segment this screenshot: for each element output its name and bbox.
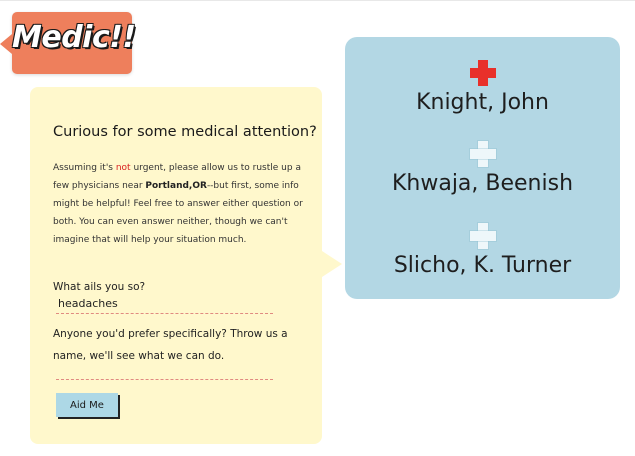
white-cross-icon [469,223,496,249]
cross-horizontal-bar [469,149,496,159]
logo-text: Medic!! [12,20,136,55]
logo-tail [0,34,12,54]
top-border [0,0,635,1]
doctor-name: Knight, John [416,90,549,115]
form-heading: Curious for some medical attention? [53,124,317,140]
doctor-result-item[interactable]: Slicho, K. Turner [345,223,620,278]
form-panel-tail [322,251,342,277]
doctor-name: Khwaja, Beenish [391,171,574,196]
doctor-results-panel: Knight, John Khwaja, Beenish Slicho, K. … [345,37,620,299]
aid-me-button[interactable]: Aid Me [56,393,118,417]
intro-text-part: Assuming it's [53,163,116,173]
intro-not-highlight: not [115,163,131,173]
doctor-name: Slicho, K. Turner [393,253,572,278]
cross-horizontal-bar [469,68,496,78]
red-cross-icon [469,60,496,86]
doctor-name-input[interactable] [56,359,273,380]
doctor-result-item[interactable]: Knight, John [345,60,620,115]
ailment-input[interactable] [56,293,273,314]
intro-location: Portland,OR [145,181,207,191]
cross-horizontal-bar [469,231,496,241]
request-form-panel: Curious for some medical attention? Assu… [30,87,342,444]
doctor-result-item[interactable]: Khwaja, Beenish [345,141,620,196]
white-cross-icon [469,141,496,167]
intro-text: Assuming it's not urgent, please allow u… [53,159,303,249]
logo-badge[interactable]: Medic!! [0,12,136,74]
